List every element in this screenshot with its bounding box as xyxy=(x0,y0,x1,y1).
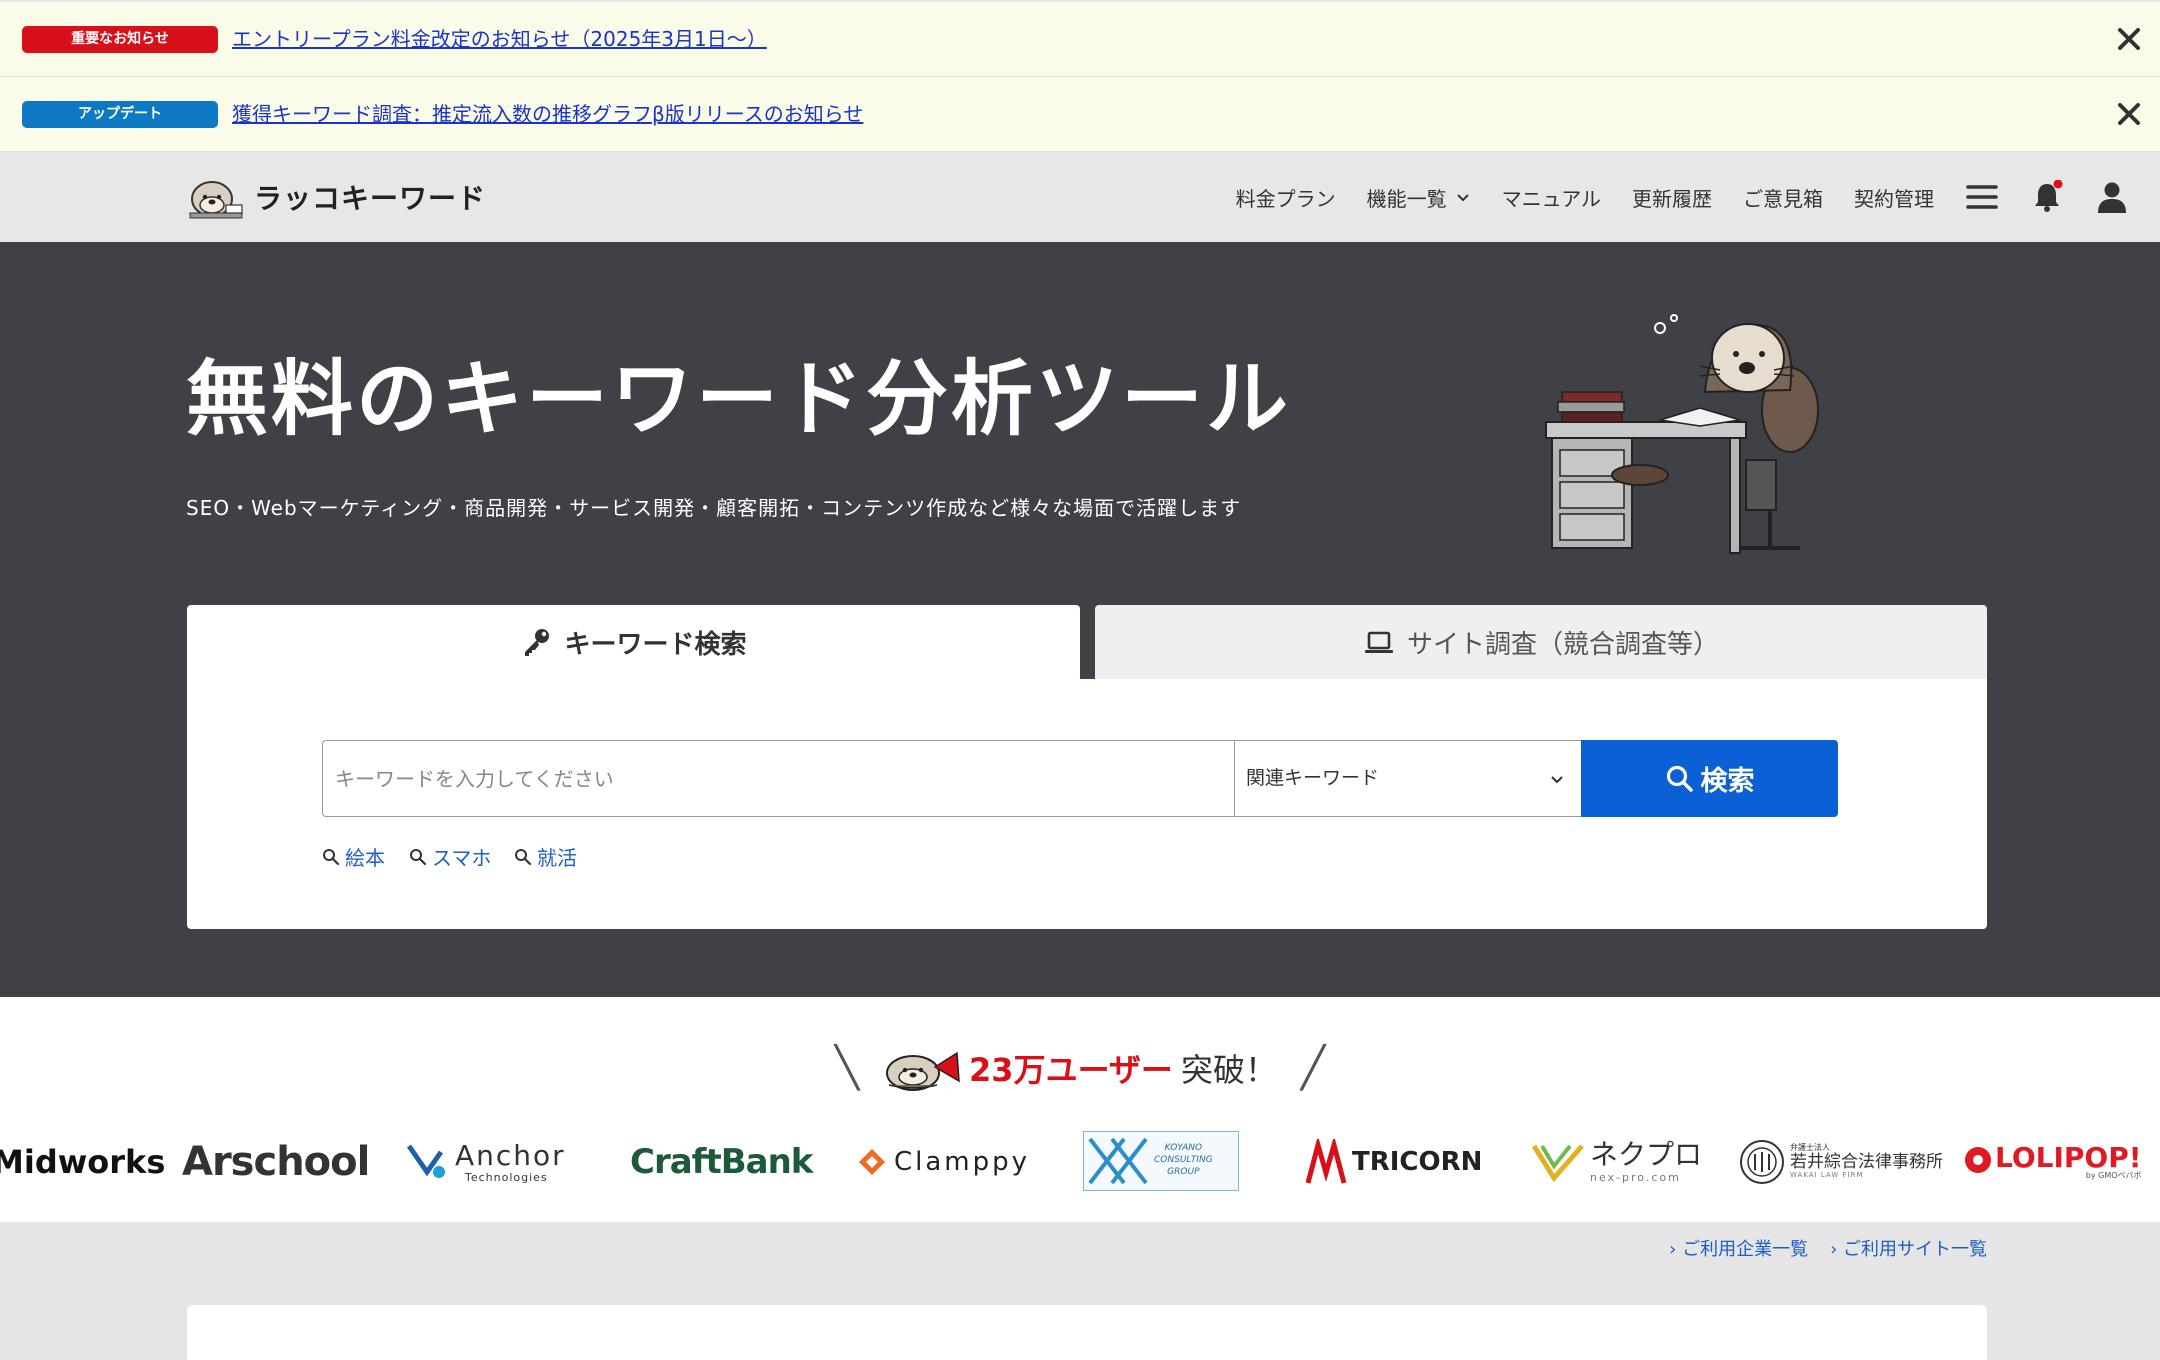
user-count-heading: ╲ 23万ユーザー 突破！ ╱ xyxy=(0,1045,2160,1091)
nav-feedback[interactable]: ご意見箱 xyxy=(1743,183,1823,212)
logo-nexpro-sub: nex-pro.com xyxy=(1590,1171,1681,1184)
logo-clamppy: Clamppy xyxy=(856,1127,1030,1197)
tab-site-label: サイト調査（競合調査等） xyxy=(1406,629,1719,660)
link-customer-companies-label: ご利用企業一覧 xyxy=(1682,1239,1809,1260)
tab-site-research[interactable]: サイト調査（競合調査等） xyxy=(1095,605,1987,679)
chevron-down-icon xyxy=(1551,776,1563,784)
logo-lolipop-text: LOLIPOP! xyxy=(1995,1141,2142,1174)
site-logo[interactable]: ラッコキーワード xyxy=(186,172,486,222)
link-customer-sites[interactable]: › ご利用サイト一覧 xyxy=(1830,1235,1987,1261)
nav-pricing[interactable]: 料金プラン xyxy=(1236,183,1336,212)
logo-arschool: Arschool xyxy=(182,1127,370,1197)
logo-nexpro: ネクプロ nex-pro.com xyxy=(1532,1127,1702,1197)
logo-koyano: KOYANO CONSULTING GROUP xyxy=(1083,1131,1239,1191)
koyano-logo-icon xyxy=(1088,1137,1148,1185)
search-icon xyxy=(515,848,532,865)
notice-bar-important: 重要なお知らせ エントリープラン料金改定のお知らせ（2025年3月1日〜） xyxy=(0,2,2160,77)
logo-wakai: 弁護士法人 若井綜合法律事務所 WAKAI LAW FIRM xyxy=(1738,1127,1943,1197)
otter-logo-icon xyxy=(189,181,243,219)
notice-link-price[interactable]: エントリープラン料金改定のお知らせ（2025年3月1日〜） xyxy=(232,26,767,53)
search-icon xyxy=(1666,765,1693,792)
search-type-select[interactable]: 関連キーワード xyxy=(1234,740,1581,817)
search-card: 関連キーワード 検索 絵本 スマホ 就活 xyxy=(187,679,1987,929)
logo-tricorn-text: TRICORN xyxy=(1352,1147,1483,1177)
user-icon xyxy=(2098,182,2126,213)
notice-bar-update: アップデート 獲得キーワード調査：推定流入数の推移グラフβ版リリースのお知らせ xyxy=(0,77,2160,152)
menu-icon xyxy=(1966,185,1998,209)
search-icon xyxy=(323,848,340,865)
logo-clamppy-text: Clamppy xyxy=(894,1147,1031,1177)
hero-title: 無料のキーワード分析ツール xyxy=(186,352,1292,447)
lolipop-logo-icon xyxy=(1965,1147,1991,1173)
logo-tricorn: TRICORN xyxy=(1306,1127,1482,1197)
logo-lolipop-sub: by GMOペパボ xyxy=(2085,1171,2142,1180)
chevron-down-icon xyxy=(1456,194,1469,202)
link-customer-companies[interactable]: › ご利用企業一覧 xyxy=(1669,1235,1808,1261)
important-badge: 重要なお知らせ xyxy=(22,26,218,53)
logo-wakai-text: 若井綜合法律事務所 xyxy=(1790,1152,1943,1173)
user-count: 23万ユーザー xyxy=(969,1051,1173,1089)
nav-features[interactable]: 機能一覧 xyxy=(1367,183,1471,212)
tricorn-logo-icon xyxy=(1306,1139,1347,1184)
logo-midworks: Midworks xyxy=(0,1143,166,1181)
nav-manual[interactable]: マニュアル xyxy=(1502,183,1601,212)
search-icon xyxy=(410,848,427,865)
logo-lolipop: LOLIPOP! by GMOペパボ xyxy=(1963,1127,2142,1197)
suggestion-label: 就活 xyxy=(537,846,577,870)
otter-mascot-illustration xyxy=(1545,314,1819,554)
content-card xyxy=(187,1305,1987,1360)
main-nav: 料金プラン 機能一覧 マニュアル 更新履歴 ご意見箱 契約管理 xyxy=(1236,152,2160,242)
logo-koyano-1: KOYANO xyxy=(1164,1143,1203,1154)
suggestion-link[interactable]: スマホ xyxy=(409,842,491,871)
hero-subtitle: SEO・Webマーケティング・商品開発・サービス開発・顧客開拓・コンテンツ作成な… xyxy=(186,496,1242,520)
bell-icon xyxy=(2035,180,2063,212)
nexpro-logo-icon xyxy=(1532,1144,1584,1182)
suggestion-link[interactable]: 絵本 xyxy=(322,842,385,871)
link-customer-sites-label: ご利用サイト一覧 xyxy=(1843,1239,1987,1260)
user-count-section: ╲ 23万ユーザー 突破！ ╱ Midworks Arschool Anchor… xyxy=(0,997,2160,1222)
anchor-logo-icon xyxy=(406,1144,445,1178)
customer-logo-row: Midworks Arschool Anchor Technologies Cr… xyxy=(0,1127,2160,1197)
key-icon xyxy=(525,629,550,656)
update-badge: アップデート xyxy=(22,101,218,128)
nav-features-label: 機能一覧 xyxy=(1366,186,1447,211)
search-type-value: 関連キーワード xyxy=(1246,767,1380,789)
logo-koyano-2: CONSULTING xyxy=(1154,1155,1213,1166)
tab-keyword-search[interactable]: キーワード検索 xyxy=(187,605,1080,679)
logo-koyano-3: GROUP xyxy=(1167,1166,1200,1177)
logo-anchor-sub: Technologies xyxy=(465,1170,548,1184)
logo-anchor-text: Anchor xyxy=(455,1138,566,1172)
customer-links: › ご利用企業一覧 › ご利用サイト一覧 xyxy=(1647,1235,1987,1261)
nav-contract[interactable]: 契約管理 xyxy=(1854,183,1934,212)
notification-button[interactable] xyxy=(2030,180,2064,214)
close-icon[interactable] xyxy=(2110,95,2148,133)
laptop-icon xyxy=(1364,631,1393,653)
suggestion-label: スマホ xyxy=(432,846,492,870)
logo-arschool-text: Arschool xyxy=(182,1139,370,1185)
logo-nexpro-text: ネクプロ xyxy=(1590,1138,1703,1171)
keyword-search-input[interactable] xyxy=(322,740,1234,817)
nav-changelog[interactable]: 更新履歴 xyxy=(1632,183,1712,212)
logo-craftbank: CraftBank xyxy=(630,1142,813,1182)
decor-slash: ╲ xyxy=(834,1045,860,1091)
notice-link-update[interactable]: 獲得キーワード調査：推定流入数の推移グラフβ版リリースのお知らせ xyxy=(232,101,863,128)
logo-wakai-sub: WAKAI LAW FIRM xyxy=(1790,1170,1864,1179)
otter-megaphone-icon xyxy=(886,1051,960,1091)
account-button[interactable] xyxy=(2095,180,2129,214)
clamppy-logo-icon xyxy=(859,1149,885,1175)
wakai-seal-icon xyxy=(1740,1140,1784,1184)
logo-text: ラッコキーワード xyxy=(254,182,487,215)
suggestion-link[interactable]: 就活 xyxy=(514,842,577,871)
search-button-label: 検索 xyxy=(1700,766,1755,797)
logo-anchor: Anchor Technologies xyxy=(405,1127,566,1197)
decor-slash: ╱ xyxy=(1300,1045,1326,1091)
user-count-suffix: 突破！ xyxy=(1180,1051,1277,1089)
suggestion-label: 絵本 xyxy=(345,846,385,870)
menu-button[interactable] xyxy=(1965,180,1999,214)
tab-keyword-label: キーワード検索 xyxy=(564,629,747,660)
search-button[interactable]: 検索 xyxy=(1581,740,1838,817)
close-icon[interactable] xyxy=(2110,20,2148,58)
site-header: ラッコキーワード 料金プラン 機能一覧 マニュアル 更新履歴 ご意見箱 契約管理 xyxy=(0,152,2160,242)
